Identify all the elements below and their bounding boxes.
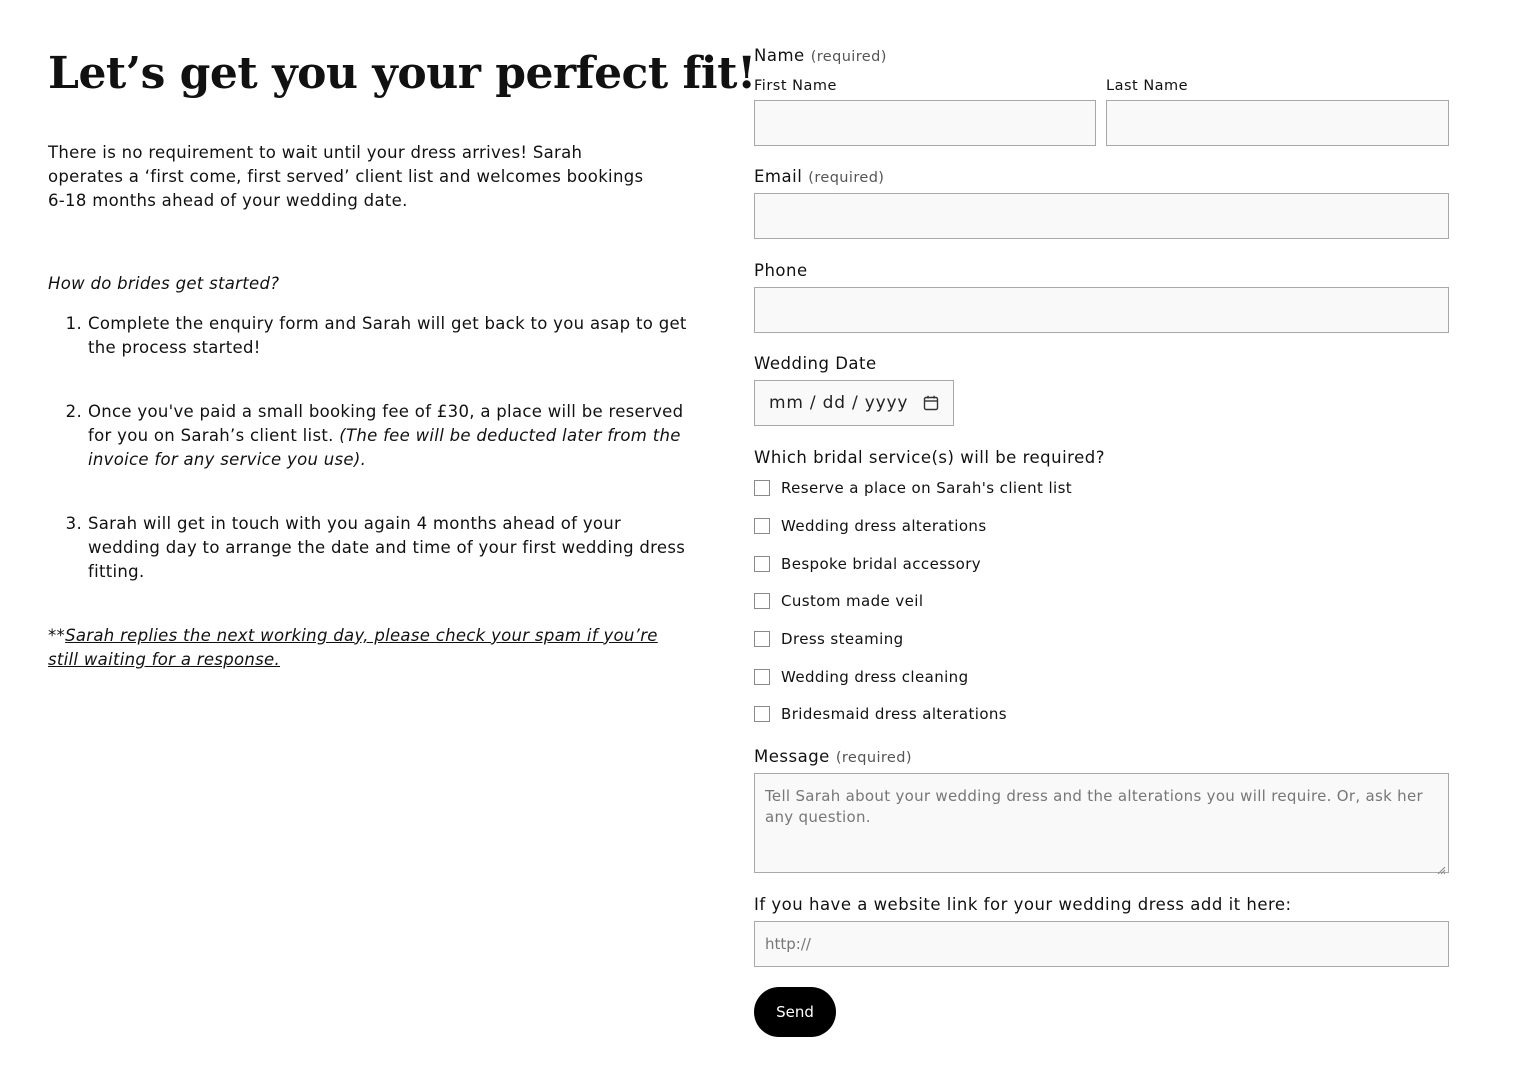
service-checkbox[interactable] (754, 556, 770, 572)
message-label: Message (754, 747, 830, 766)
service-option[interactable]: Wedding dress cleaning (754, 667, 969, 687)
website-placeholder: http:// (765, 935, 811, 953)
started-heading: How do brides get started? (48, 273, 280, 293)
website-label: If you have a website link for your wedd… (754, 895, 1292, 914)
service-option-label: Wedding dress cleaning (781, 668, 969, 686)
step-text: Complete the enquiry form and Sarah will… (88, 313, 687, 357)
service-option[interactable]: Reserve a place on Sarah's client list (754, 478, 1072, 498)
last-name-label: Last Name (1106, 78, 1189, 94)
service-option[interactable]: Bespoke bridal accessory (754, 554, 981, 574)
services-label: Which bridal service(s) will be required… (754, 448, 1105, 467)
calendar-icon[interactable] (923, 395, 939, 411)
step-number: 3. (65, 513, 82, 533)
first-name-label: First Name (754, 78, 837, 94)
last-name-field[interactable] (1106, 100, 1449, 146)
service-option[interactable]: Wedding dress alterations (754, 516, 987, 536)
service-option[interactable]: Dress steaming (754, 629, 904, 649)
service-option[interactable]: Bridesmaid dress alterations (754, 704, 1007, 724)
reply-note-link[interactable]: Sarah replies the next working day, plea… (48, 626, 658, 669)
phone-label: Phone (754, 261, 808, 280)
service-checkbox[interactable] (754, 706, 770, 722)
service-checkbox[interactable] (754, 669, 770, 685)
page: Let’s get you your perfect fit! There is… (0, 0, 1539, 1085)
reply-note: **Sarah replies the next working day, pl… (48, 624, 688, 672)
intro-paragraph: There is no requirement to wait until yo… (48, 142, 644, 210)
message-required-tag: (required) (835, 750, 912, 766)
name-required-tag: (required) (810, 49, 887, 65)
website-field[interactable]: http:// (754, 921, 1449, 967)
name-label: Name (754, 46, 805, 65)
email-field[interactable] (754, 193, 1449, 239)
wedding-date-label: Wedding Date (754, 354, 877, 373)
email-label: Email (754, 167, 803, 186)
resize-grip-icon[interactable] (1436, 860, 1446, 875)
name-label-row: Name (required) (754, 46, 887, 65)
step-item: 3. Sarah will get in touch with you agai… (48, 512, 688, 584)
service-option[interactable]: Custom made veil (754, 591, 923, 611)
service-checkbox[interactable] (754, 593, 770, 609)
step-text: Sarah will get in touch with you again 4… (88, 513, 686, 581)
service-checkbox[interactable] (754, 480, 770, 496)
service-option-label: Wedding dress alterations (781, 517, 987, 535)
intro-column: Let’s get you your perfect fit! There is… (48, 40, 756, 672)
message-label-row: Message (required) (754, 747, 912, 766)
wedding-date-field[interactable]: mm / dd / yyyy (754, 380, 954, 426)
service-option-label: Dress steaming (781, 630, 904, 648)
service-checkbox[interactable] (754, 631, 770, 647)
message-placeholder: Tell Sarah about your wedding dress and … (765, 787, 1423, 826)
steps-list: 1. Complete the enquiry form and Sarah w… (48, 312, 688, 584)
wedding-date-placeholder: mm / dd / yyyy (769, 393, 909, 413)
email-required-tag: (required) (808, 170, 885, 186)
first-name-field[interactable] (754, 100, 1096, 146)
step-item: 1. Complete the enquiry form and Sarah w… (48, 312, 688, 360)
step-item: 2. Once you've paid a small booking fee … (48, 400, 688, 472)
service-checkbox[interactable] (754, 518, 770, 534)
note-prefix: ** (48, 625, 66, 645)
service-option-label: Bespoke bridal accessory (781, 555, 982, 573)
page-title: Let’s get you your perfect fit! (48, 48, 756, 99)
message-textarea[interactable]: Tell Sarah about your wedding dress and … (754, 773, 1449, 875)
phone-field[interactable] (754, 287, 1449, 333)
send-button[interactable]: Send (754, 987, 836, 1037)
service-option-label: Custom made veil (781, 592, 924, 610)
service-option-label: Bridesmaid dress alterations (781, 705, 1008, 723)
step-number: 2. (65, 401, 82, 421)
service-option-label: Reserve a place on Sarah's client list (781, 479, 1073, 497)
step-number: 1. (65, 313, 82, 333)
email-label-row: Email (required) (754, 167, 884, 186)
